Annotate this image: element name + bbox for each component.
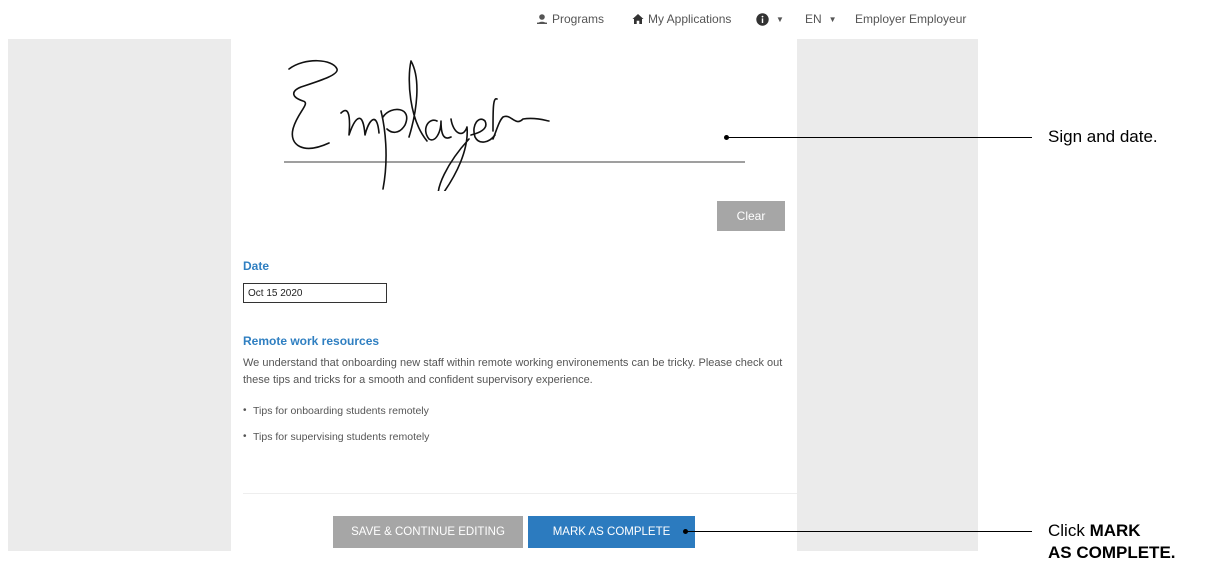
date-heading: Date bbox=[243, 259, 270, 273]
remote-resources-heading: Remote work resources bbox=[243, 334, 380, 348]
nav-user-menu[interactable]: Employer Employeur bbox=[855, 9, 966, 29]
nav-language-dropdown[interactable]: EN ▼ bbox=[805, 9, 837, 29]
clear-signature-button[interactable]: Clear bbox=[717, 201, 785, 231]
signature-pad[interactable] bbox=[231, 39, 797, 200]
sign-callout-line bbox=[727, 137, 1032, 138]
mark-as-complete-button[interactable]: MARK AS COMPLETE bbox=[528, 516, 695, 548]
caret-down-icon: ▼ bbox=[828, 14, 837, 24]
graduation-cap-icon bbox=[536, 13, 548, 25]
nav-language-label: EN bbox=[805, 12, 822, 26]
form-card: Clear Date Remote work resources We unde… bbox=[231, 39, 797, 551]
date-input[interactable] bbox=[243, 283, 387, 303]
complete-callout-text: Click MARK AS COMPLETE. bbox=[1048, 520, 1176, 564]
bullet-icon: • bbox=[243, 405, 247, 416]
nav-programs-label: Programs bbox=[552, 12, 605, 26]
complete-callout-bold-2: AS COMPLETE. bbox=[1048, 543, 1176, 562]
complete-callout-line bbox=[686, 531, 1032, 532]
bullet-icon: • bbox=[243, 431, 247, 442]
caret-down-icon: ▼ bbox=[776, 14, 784, 24]
nav-my-applications[interactable]: My Applications bbox=[632, 9, 731, 29]
complete-callout-prefix: Click bbox=[1048, 521, 1085, 540]
nav-user-label: Employer Employeur bbox=[855, 12, 967, 26]
list-item[interactable]: • Tips for onboarding students remotely bbox=[243, 405, 429, 431]
left-side-panel bbox=[8, 39, 231, 551]
signature-drawing bbox=[284, 59, 745, 200]
complete-callout-bold-1: MARK bbox=[1089, 521, 1141, 540]
list-item[interactable]: • Tips for supervising students remotely bbox=[243, 431, 429, 457]
top-navigation: Programs My Applications ▼ EN ▼ Employer… bbox=[0, 0, 1232, 38]
remote-resources-description: We understand that onboarding new staff … bbox=[243, 357, 783, 386]
divider bbox=[243, 493, 797, 494]
tips-list: • Tips for onboarding students remotely … bbox=[243, 405, 429, 457]
nav-help-dropdown[interactable]: ▼ bbox=[756, 9, 784, 29]
save-continue-editing-button[interactable]: SAVE & CONTINUE EDITING bbox=[333, 516, 523, 548]
tip-supervising-link[interactable]: Tips for supervising students remotely bbox=[253, 431, 429, 443]
info-icon bbox=[756, 12, 769, 26]
right-side-panel bbox=[797, 39, 978, 551]
nav-my-applications-label: My Applications bbox=[648, 12, 732, 26]
home-icon bbox=[632, 13, 644, 25]
sign-callout-text: Sign and date. bbox=[1048, 127, 1158, 146]
nav-programs[interactable]: Programs bbox=[536, 9, 604, 29]
tip-onboarding-link[interactable]: Tips for onboarding students remotely bbox=[253, 405, 429, 417]
